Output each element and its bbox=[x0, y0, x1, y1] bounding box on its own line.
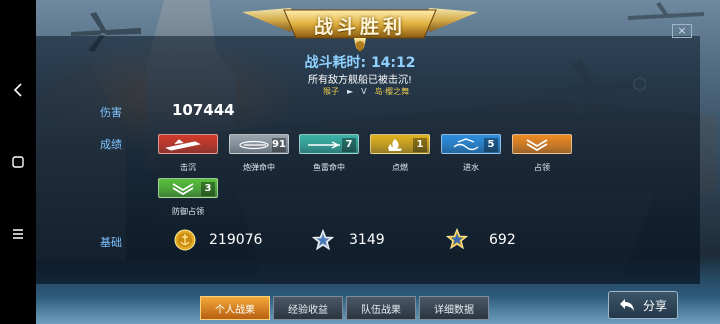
experience-star-icon bbox=[312, 229, 334, 251]
tab-label: 详细数据 bbox=[434, 304, 474, 316]
achievements-label: 成绩 bbox=[100, 138, 122, 151]
victory-banner: 战斗胜利 bbox=[240, 2, 480, 52]
medal-badge[interactable] bbox=[512, 134, 572, 154]
medal-count: 1 bbox=[413, 138, 427, 152]
defend-capture-icon bbox=[172, 183, 194, 195]
ship-sunk-icon bbox=[165, 139, 201, 151]
medal-badge[interactable]: 5 bbox=[441, 134, 501, 154]
free-experience-star-icon bbox=[446, 228, 468, 250]
medal-label: 鱼雷命中 bbox=[313, 163, 345, 172]
tab-label: 队伍战果 bbox=[361, 304, 401, 316]
flooding-icon bbox=[453, 138, 479, 151]
share-arrow-icon bbox=[619, 299, 634, 311]
square-icon bbox=[12, 156, 24, 168]
tab-experience-earnings[interactable]: 经验收益 bbox=[273, 296, 343, 320]
vs-arrow: ► bbox=[347, 87, 354, 96]
capture-icon bbox=[526, 139, 548, 151]
fire-icon bbox=[388, 139, 402, 151]
tab-label: 经验收益 bbox=[288, 304, 328, 316]
medal-badge[interactable]: 7 bbox=[299, 134, 359, 154]
share-label: 分享 bbox=[642, 298, 667, 313]
medal-count: 5 bbox=[484, 138, 498, 152]
medal-label: 占领 bbox=[534, 163, 550, 172]
medal-count: 91 bbox=[272, 138, 286, 152]
medal-count: 7 bbox=[342, 138, 356, 152]
battle-result-text: 所有敌方舰船已被击沉! bbox=[307, 75, 412, 86]
medal-count: 3 bbox=[201, 182, 215, 196]
player-b-name: 岛·樱之舞 bbox=[374, 87, 410, 96]
distant-plane-icon bbox=[628, 2, 704, 20]
medal-badge[interactable]: 1 bbox=[370, 134, 430, 154]
medal-label: 防御占领 bbox=[172, 207, 204, 216]
experience-value: 3149 bbox=[349, 232, 385, 248]
players-line: 猴子 ► V 岛·樱之舞 bbox=[323, 86, 409, 97]
silver-coin-icon bbox=[174, 229, 196, 251]
medal-label: 击沉 bbox=[180, 163, 196, 172]
torpedo-hit-icon bbox=[308, 141, 340, 149]
close-button[interactable]: × bbox=[672, 24, 692, 38]
shell-hit-icon bbox=[239, 140, 269, 150]
damage-value: 107444 bbox=[172, 101, 235, 119]
player-a-name: 猴子 bbox=[323, 87, 339, 96]
vs-text: V bbox=[361, 87, 367, 96]
free-experience-value: 692 bbox=[489, 232, 516, 248]
menu-nav-button[interactable] bbox=[8, 224, 28, 244]
hamburger-icon bbox=[13, 229, 23, 239]
medal-badge[interactable] bbox=[158, 134, 218, 154]
silver-value: 219076 bbox=[209, 232, 263, 248]
tab-team-results[interactable]: 队伍战果 bbox=[346, 296, 416, 320]
system-nav-bar bbox=[0, 0, 36, 324]
page-title: 战斗胜利 bbox=[313, 16, 406, 38]
medal-badge[interactable]: 3 bbox=[158, 178, 218, 198]
home-nav-button[interactable] bbox=[8, 152, 28, 172]
tab-label: 个人战果 bbox=[215, 304, 255, 316]
medal-label: 点燃 bbox=[392, 163, 408, 172]
medal-label: 炮弹命中 bbox=[243, 163, 275, 172]
medal-badge[interactable]: 91 bbox=[229, 134, 289, 154]
tab-detailed-data[interactable]: 详细数据 bbox=[419, 296, 489, 320]
tab-personal-results[interactable]: 个人战果 bbox=[200, 296, 270, 320]
damage-label: 伤害 bbox=[100, 106, 122, 119]
share-button[interactable]: 分享 bbox=[608, 291, 678, 319]
base-label: 基础 bbox=[100, 236, 122, 249]
medal-label: 进水 bbox=[463, 163, 479, 172]
battle-time: 战斗耗时: 14:12 bbox=[304, 55, 416, 71]
